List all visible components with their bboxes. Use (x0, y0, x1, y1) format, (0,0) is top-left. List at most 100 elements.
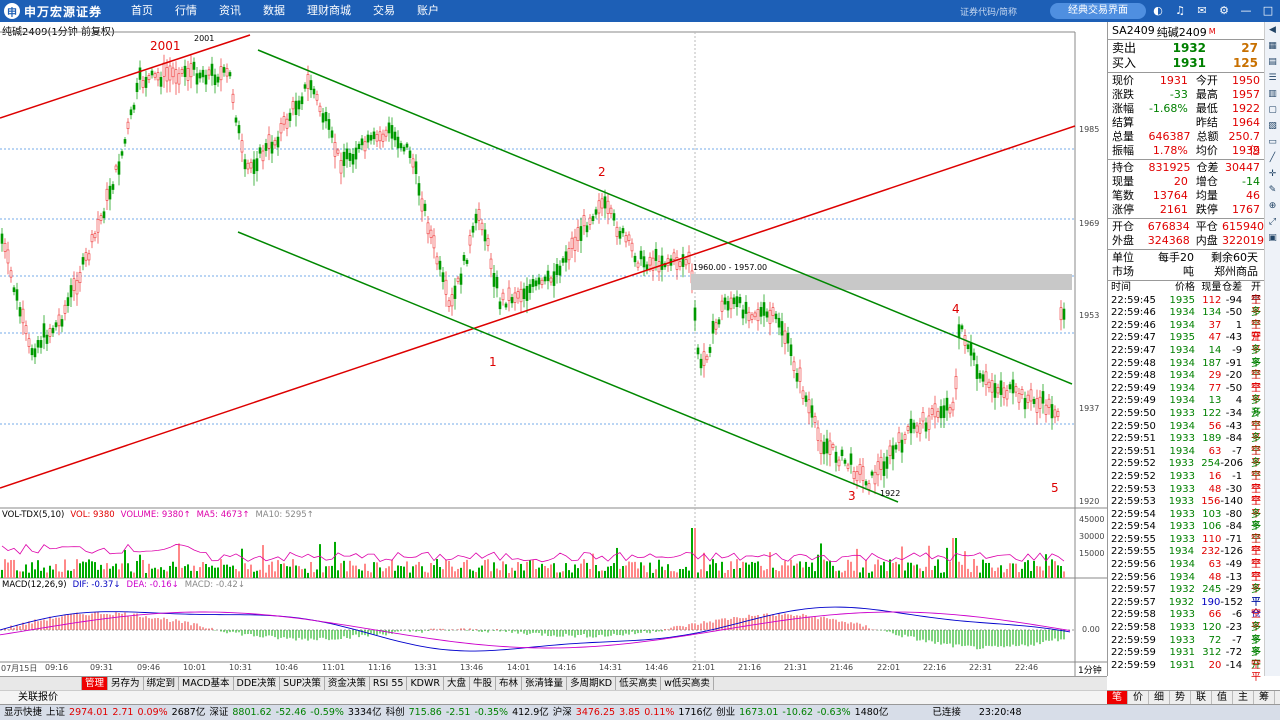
toolbar-box-icon[interactable]: ▣ (1265, 230, 1280, 246)
maximize-icon[interactable]: □ (1260, 3, 1276, 19)
mail-icon[interactable]: ✉ (1194, 3, 1210, 19)
chart-canvas[interactable] (0, 22, 1107, 676)
volume-bar (310, 561, 312, 578)
volume-bar (829, 560, 831, 578)
tick-price: 1934 (1169, 420, 1195, 432)
candle-body (1023, 397, 1027, 410)
menu-account[interactable]: 账户 (406, 0, 450, 22)
rtab-4[interactable]: 联 (1191, 691, 1212, 704)
time-tick: 09:46 (137, 663, 161, 672)
tab-w-low-buy[interactable]: w低买高卖 (661, 677, 714, 690)
volume-bar (775, 569, 777, 578)
tab-dde[interactable]: DDE决策 (234, 677, 281, 690)
candle-body (120, 151, 124, 156)
menu-data[interactable]: 数据 (252, 0, 296, 22)
candle-body (81, 257, 85, 265)
buy-row[interactable]: 买入 1931 125 (1108, 56, 1264, 71)
rtab-1[interactable]: 价 (1128, 691, 1149, 704)
tick-row: 22:59:58 1933 66 -6 空平 (1108, 609, 1264, 633)
tab-sup[interactable]: SUP决策 (280, 677, 325, 690)
toolbar-pen-icon[interactable]: ✎ (1265, 182, 1280, 198)
toolbar-grid-icon[interactable]: ▦ (1265, 38, 1280, 54)
toolbar-expand-icon[interactable]: ⤢ (1265, 214, 1280, 230)
candle-body (1047, 398, 1051, 408)
menu-trade[interactable]: 交易 (362, 0, 406, 22)
tab-save-as[interactable]: 另存为 (108, 677, 144, 690)
toolbar-window-icon[interactable]: ▭ (1265, 134, 1280, 150)
rtab-3[interactable]: 势 (1170, 691, 1191, 704)
candle-body (852, 471, 856, 479)
kline-chart-area[interactable]: 纯碱2409(1分钟 前复权) 2001 2001 1 2 3 4 5 1922… (0, 22, 1107, 676)
tick-oi: -20 (1225, 370, 1243, 382)
menu-quotes[interactable]: 行情 (164, 0, 208, 22)
candle-body (396, 136, 400, 149)
menu-home[interactable]: 首页 (120, 0, 164, 22)
status-shortcut[interactable]: 显示快捷 (4, 705, 42, 720)
tab-market[interactable]: 大盘 (444, 677, 471, 690)
tab-zhang[interactable]: 张清锋量 (522, 677, 568, 690)
tab-bull[interactable]: 牛股 (470, 677, 497, 690)
toolbar-arrow-icon[interactable]: ◀ (1265, 22, 1280, 38)
tab-macd[interactable]: MACD基本 (179, 677, 234, 690)
candle-body (1044, 404, 1048, 415)
status-hs-pct: 0.11% (644, 707, 675, 718)
tab-kdwr[interactable]: KDWR (407, 677, 444, 690)
linked-quotes[interactable]: 关联报价 (0, 690, 1107, 704)
toolbar-line-icon[interactable]: ╱ (1265, 150, 1280, 166)
time-tick: 14:46 (645, 663, 669, 672)
rtab-2[interactable]: 细 (1149, 691, 1170, 704)
tab-funds[interactable]: 资金决策 (325, 677, 370, 690)
headset-icon[interactable]: ♫ (1172, 3, 1188, 19)
price-tick: 1920 (1079, 497, 1100, 506)
tab-low-buy[interactable]: 低买高卖 (616, 677, 662, 690)
status-hs-amt: 1716亿 (678, 707, 713, 718)
sell-row[interactable]: 卖出 1932 27 (1108, 41, 1264, 56)
toolbar-doc-icon[interactable]: ▢ (1265, 102, 1280, 118)
candle-body (132, 104, 136, 110)
rtab-0[interactable]: 笔 (1107, 691, 1128, 704)
toolbar-list-icon[interactable]: ☰ (1265, 70, 1280, 86)
candle-body (594, 209, 598, 215)
label-2001-red: 2001 (150, 39, 181, 53)
tab-rsi[interactable]: RSI 55 (370, 677, 408, 690)
classic-trade-button[interactable]: 经典交易界面 (1050, 3, 1146, 19)
volume-bar (349, 560, 351, 578)
quote-label: 仓差 (1196, 161, 1219, 174)
skin-icon[interactable]: ◐ (1150, 3, 1166, 19)
tab-boll[interactable]: 布林 (496, 677, 523, 690)
tab-bind-to[interactable]: 绑定到 (144, 677, 180, 690)
time-tick: 22:31 (969, 663, 993, 672)
toolbar-chart-icon[interactable]: ▤ (1265, 54, 1280, 70)
quote-value: 322019 (1222, 234, 1264, 247)
minimize-icon[interactable]: — (1238, 3, 1254, 19)
tick-list[interactable]: 时间 价格 现量 仓差 开平 22:59:45 1935 112 -94 空平 22:59:46 19… (1108, 282, 1264, 683)
brand-logo: 申 申万宏源证券 (4, 2, 102, 20)
candle-body (780, 321, 784, 336)
rtab-5[interactable]: 值 (1212, 691, 1233, 704)
volume-bar (622, 566, 624, 578)
indicator-tabs: 管理 另存为 绑定到 MACD基本 DDE决策 SUP决策 资金决策 RSI 5… (0, 676, 1107, 690)
gear-icon[interactable]: ⚙ (1216, 3, 1232, 19)
menu-news[interactable]: 资讯 (208, 0, 252, 22)
volume-bar (487, 559, 489, 578)
candle-body (138, 67, 142, 80)
tab-manage[interactable]: 管理 (82, 677, 109, 690)
rtab-7[interactable]: 筹 (1254, 691, 1275, 704)
search-hint[interactable]: 证券代码/简称 (960, 5, 1017, 18)
tab-multi-kd[interactable]: 多周期KD (567, 677, 617, 690)
toolbar-bars-icon[interactable]: ▧ (1265, 118, 1280, 134)
volume-bar (451, 566, 453, 578)
toolbar-cross-icon[interactable]: ✛ (1265, 166, 1280, 182)
toolbar-table-icon[interactable]: ▥ (1265, 86, 1280, 102)
period-label[interactable]: 1分钟 (1078, 663, 1102, 676)
volume-bar (982, 559, 984, 578)
toolbar-zoom-icon[interactable]: ⊕ (1265, 198, 1280, 214)
volume-bar (376, 562, 378, 578)
candle-body (984, 371, 988, 385)
candle-body (72, 278, 76, 291)
candle-body (681, 254, 685, 267)
menu-wealth[interactable]: 理财商城 (296, 0, 362, 22)
quote-value: 1939 (1231, 144, 1260, 157)
volume-bar (562, 571, 564, 578)
rtab-6[interactable]: 主 (1233, 691, 1254, 704)
